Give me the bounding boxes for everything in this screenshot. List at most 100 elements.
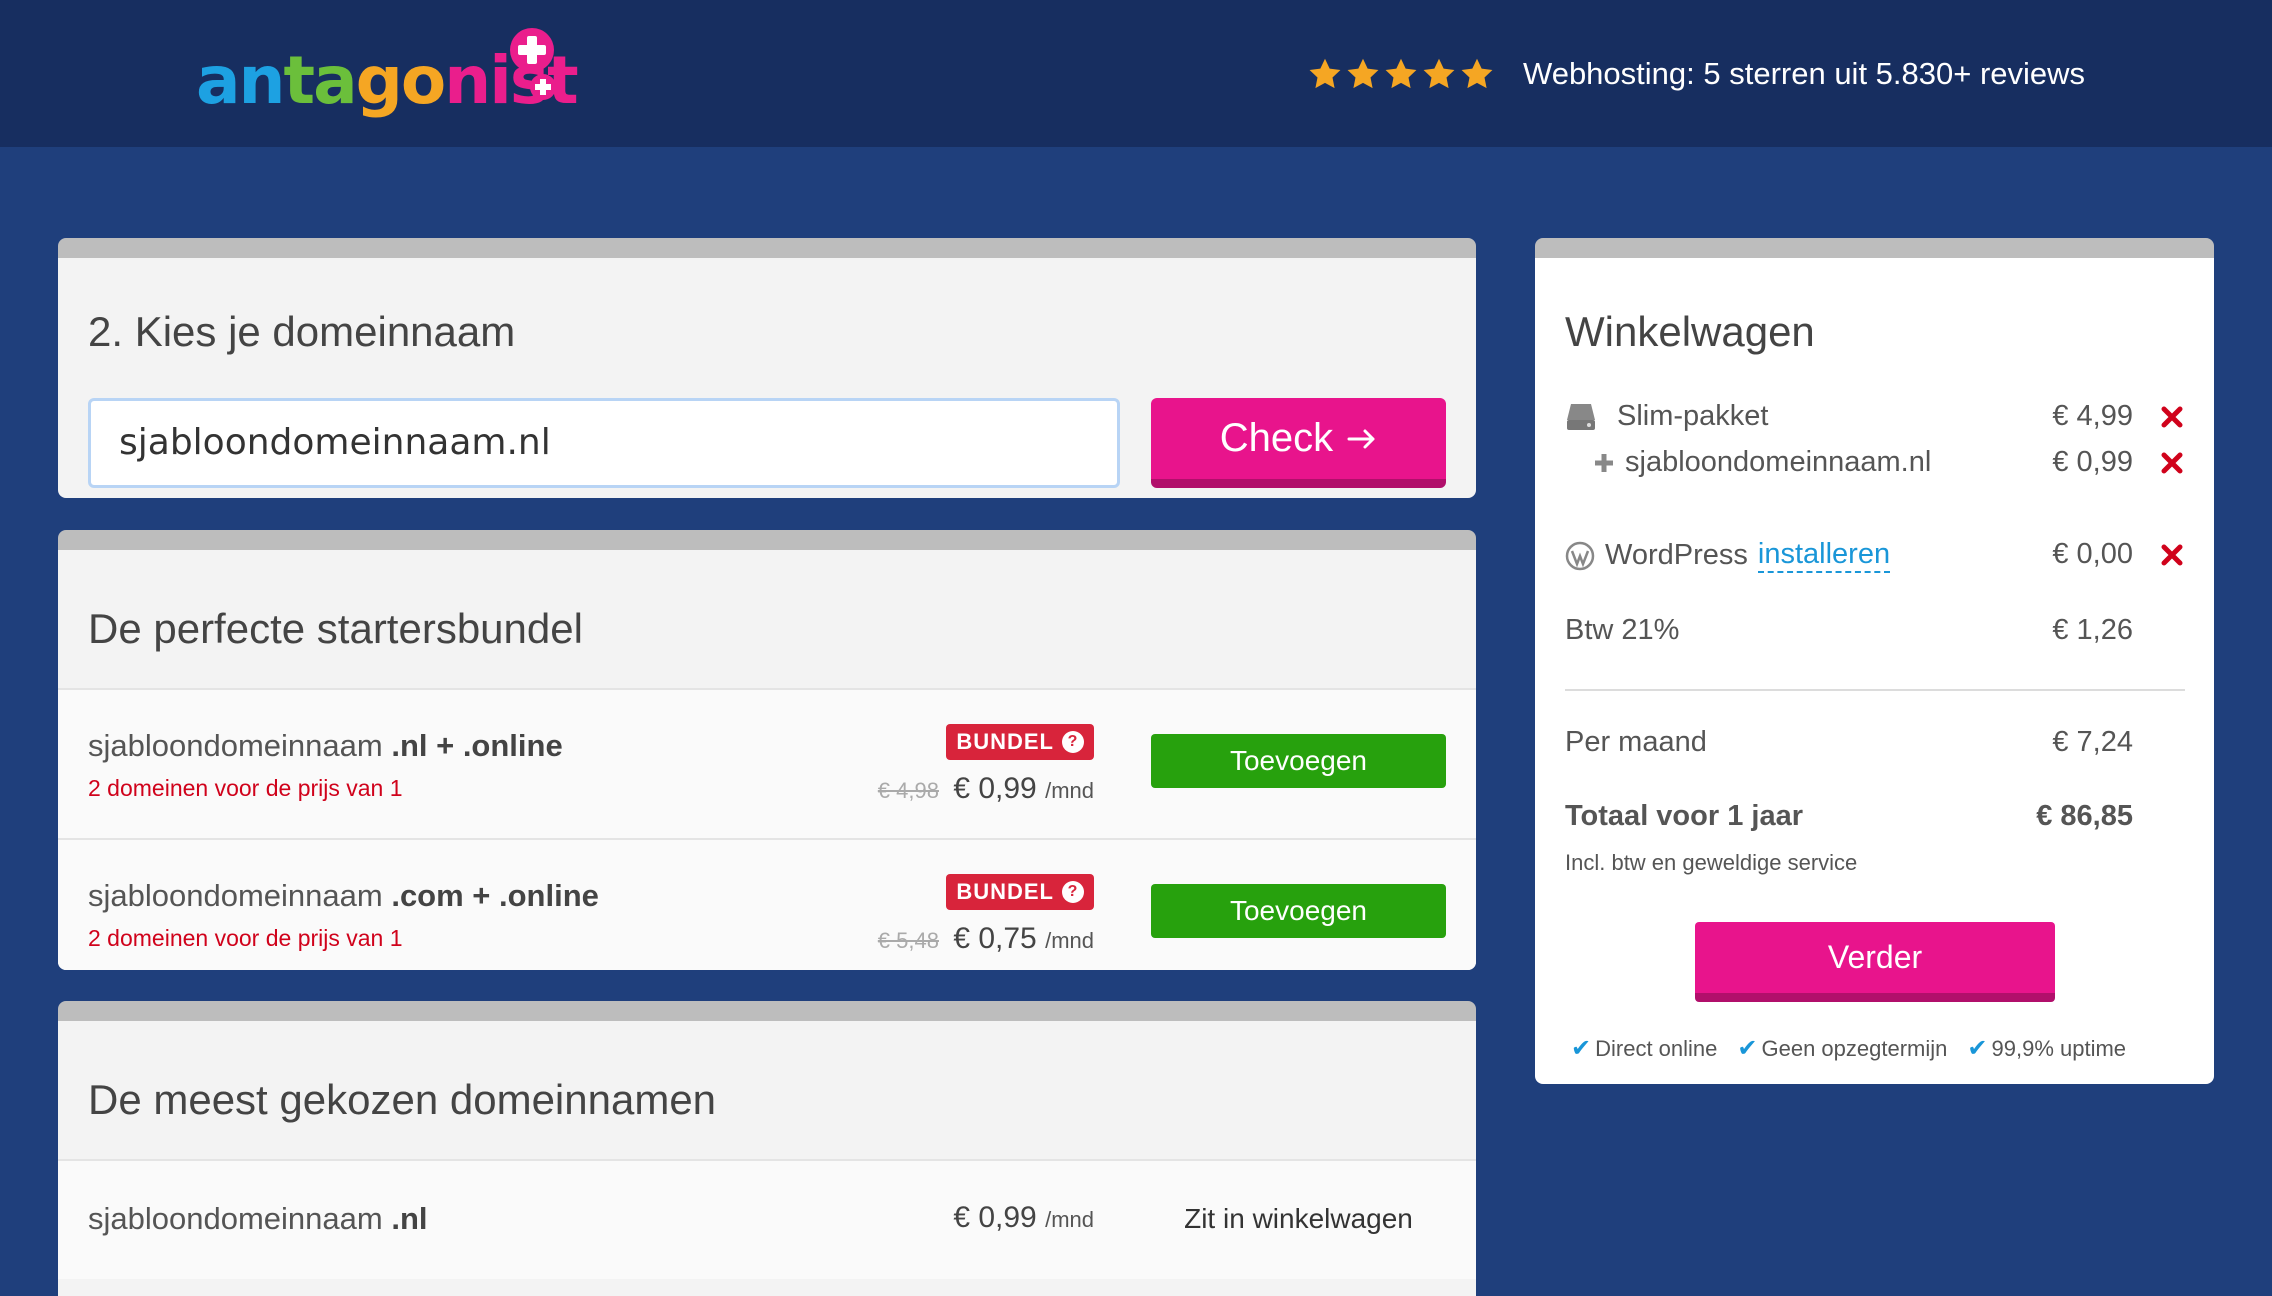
domain-base: sjabloondomeinnaam (88, 728, 383, 763)
bundle-subtitle: 2 domeinen voor de prijs van 1 (88, 775, 403, 801)
domain-search-title: 2. Kies je domeinnaam (88, 308, 516, 355)
package-name: Slim-pakket (1617, 400, 1769, 432)
server-icon (1567, 403, 1595, 430)
help-icon[interactable]: ? (1062, 731, 1084, 753)
star-icon (1385, 58, 1417, 89)
bundle-row: sjabloondomeinnaam .nl + .online 2 domei… (58, 690, 1476, 840)
remove-icon[interactable] (2159, 538, 2185, 572)
domain-base: sjabloondomeinnaam (88, 1201, 383, 1236)
rating-text[interactable]: Webhosting: 5 sterren uit 5.830+ reviews (1523, 56, 2085, 92)
total-label: Totaal voor 1 jaar (1565, 800, 1803, 832)
cart-item-amount: € 0,99 (2052, 446, 2133, 478)
top-bar: antagonist Webhosting: 5 sterren uit 5.8… (0, 0, 2272, 147)
domain-input[interactable]: sjabloondomeinnaam.nl (88, 398, 1120, 488)
star-icon (1309, 58, 1341, 89)
cart-item-label: WordPress installeren (1565, 538, 1891, 573)
price-unit: /mnd (1045, 928, 1094, 953)
cart-item: Slim-pakket € 4,99 (1565, 400, 2185, 440)
cart-item-amount: € 0,00 (2052, 538, 2133, 570)
vat-line: Btw 21% € 1,26 (1565, 614, 2185, 654)
add-bundle-button[interactable]: Toevoegen (1151, 734, 1446, 788)
old-price: € 4,98 (877, 778, 939, 803)
check-button[interactable]: Check (1151, 398, 1446, 488)
cart-item: WordPress installeren € 0,00 (1565, 538, 2185, 578)
domain-price: € 0,99 /mnd (953, 1201, 1094, 1235)
price: € 0,75 (953, 922, 1037, 955)
cart-item: sjabloondomeinnaam.nl € 0,99 (1565, 446, 2185, 486)
cart-divider (1565, 689, 2185, 691)
usp-label: Direct online (1595, 1035, 1718, 1061)
star-icon (1347, 58, 1379, 89)
price-unit: /mnd (1045, 1207, 1094, 1232)
cart-item-amount: € 4,99 (2052, 400, 2133, 432)
bundle-title: De perfecte startersbundel (88, 605, 583, 652)
check-button-label: Check (1219, 416, 1334, 460)
bundle-domain: sjabloondomeinnaam .nl + .online (88, 728, 563, 764)
install-link[interactable]: installeren (1757, 538, 1891, 573)
monthly-line: Per maand € 7,24 (1565, 726, 2185, 766)
wordpress-label: WordPress (1605, 539, 1748, 571)
logo-plus-icon (510, 28, 554, 72)
domain-tlds: .com + .online (391, 878, 599, 913)
star-icon (1461, 58, 1493, 89)
usp-item: ✔ Direct online (1571, 1034, 1717, 1063)
monthly-label: Per maand (1565, 726, 1707, 758)
total-line: Totaal voor 1 jaar € 86,85 (1565, 800, 2185, 840)
total-amount: € 86,85 (2036, 800, 2133, 832)
old-price: € 5,48 (877, 928, 939, 953)
domain-tlds: .nl + .online (391, 728, 563, 763)
bundle-badge-label: BUNDEL (956, 729, 1054, 754)
cart-item-label: Slim-pakket (1565, 400, 1769, 433)
remove-icon[interactable] (2159, 446, 2185, 480)
antagonist-logo[interactable]: antagonist (196, 28, 579, 128)
vat-amount: € 1,26 (2052, 614, 2133, 646)
logo-plus-small-icon (530, 74, 556, 100)
add-bundle-button[interactable]: Toevoegen (1151, 884, 1446, 938)
usp-list: ✔ Direct online ✔ Geen opzegtermijn ✔ 99,9%… (1571, 1034, 2126, 1063)
domain-tld: .nl (391, 1201, 428, 1236)
bundle-price: € 4,98 € 0,99 /mnd (878, 772, 1094, 806)
cart-item-label: sjabloondomeinnaam.nl (1593, 446, 1931, 479)
continue-button[interactable]: Verder (1695, 922, 2055, 1002)
bundle-header: De perfecte startersbundel (58, 550, 1476, 690)
price: € 0,99 (953, 772, 1037, 805)
cart-title: Winkelwagen (1565, 308, 1815, 355)
help-icon[interactable]: ? (1062, 881, 1084, 903)
reviews-rating[interactable]: Webhosting: 5 sterren uit 5.830+ reviews (1307, 52, 2085, 96)
popular-domain: sjabloondomeinnaam .nl (88, 1201, 428, 1237)
cart-note: Incl. btw en geweldige service (1565, 850, 1858, 875)
bundle-badge-label: BUNDEL (956, 879, 1054, 904)
domain-search-card: 2. Kies je domeinnaam sjabloondomeinnaam… (58, 238, 1476, 498)
price-unit: /mnd (1045, 778, 1094, 803)
star-rating (1307, 56, 1495, 92)
wordpress-icon (1565, 541, 1595, 570)
usp-item: ✔ Geen opzegtermijn (1737, 1034, 1947, 1063)
bundle-row: sjabloondomeinnaam .com + .online 2 dome… (58, 840, 1476, 970)
bundle-badge[interactable]: BUNDEL ? (946, 724, 1094, 760)
usp-item: ✔ 99,9% uptime (1967, 1034, 2126, 1063)
popular-header: De meest gekozen domeinnamen (58, 1021, 1476, 1161)
domain-row: sjabloondomeinnaam .nl € 0,99 /mnd Zit i… (58, 1161, 1476, 1279)
popular-domains-card: De meest gekozen domeinnamen sjabloondom… (58, 1001, 1476, 1296)
bundle-badge[interactable]: BUNDEL ? (946, 874, 1094, 910)
usp-label: 99,9% uptime (1991, 1035, 2127, 1061)
domain-name: sjabloondomeinnaam.nl (1625, 446, 1932, 478)
plus-icon (1595, 453, 1613, 472)
shopping-cart: Winkelwagen Slim-pakket € 4,99 sjabloond… (1535, 238, 2214, 1084)
usp-label: Geen opzegtermijn (1761, 1035, 1948, 1061)
star-icon (1423, 58, 1455, 89)
popular-title: De meest gekozen domeinnamen (88, 1076, 717, 1123)
vat-label: Btw 21% (1565, 614, 1680, 646)
check-icon: ✔ (1571, 1035, 1592, 1062)
bundle-price: € 5,48 € 0,75 /mnd (878, 922, 1094, 956)
bundle-subtitle: 2 domeinen voor de prijs van 1 (88, 925, 403, 951)
arrow-right-icon (1347, 429, 1375, 448)
check-icon: ✔ (1737, 1035, 1758, 1062)
domain-base: sjabloondomeinnaam (88, 878, 383, 913)
bundle-domain: sjabloondomeinnaam .com + .online (88, 878, 599, 914)
in-cart-status: Zit in winkelwagen (1184, 1203, 1413, 1234)
monthly-amount: € 7,24 (2052, 726, 2133, 758)
remove-icon[interactable] (2159, 400, 2185, 434)
check-icon: ✔ (1967, 1035, 1988, 1062)
starter-bundle-card: De perfecte startersbundel sjabloondomei… (58, 530, 1476, 970)
